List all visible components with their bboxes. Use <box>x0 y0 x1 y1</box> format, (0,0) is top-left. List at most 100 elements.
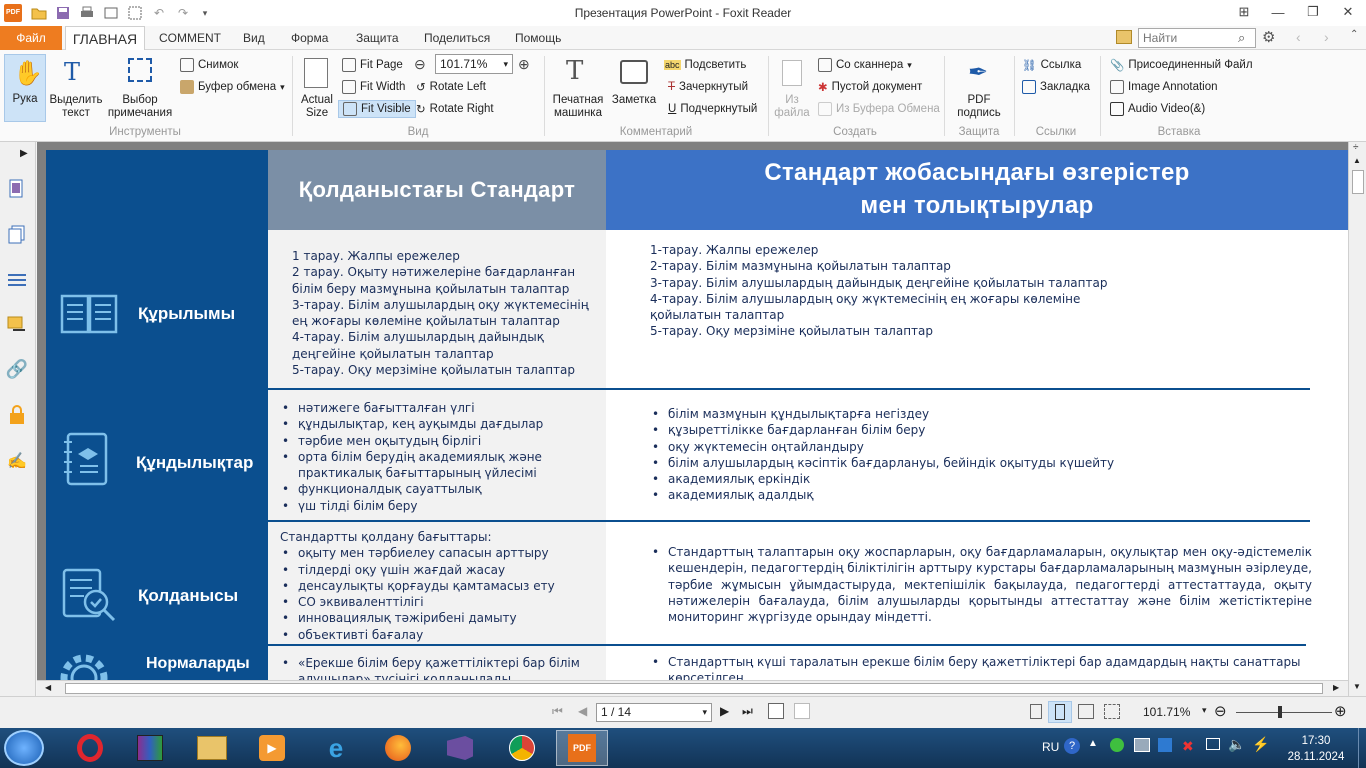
strikeout-button[interactable]: T Зачеркнутый <box>668 78 748 96</box>
keyboard-tray-icon[interactable] <box>1134 738 1150 752</box>
typewriter-button[interactable]: T Печатная машинка <box>550 54 606 122</box>
display-tray-icon[interactable] <box>1206 738 1220 750</box>
tab-comment[interactable]: COMMENT <box>159 26 221 50</box>
facing-pages-icon[interactable] <box>1078 704 1094 719</box>
scroll-right-icon[interactable]: ▶ <box>1333 683 1339 692</box>
maximize-button[interactable]: ❐ <box>1297 2 1329 22</box>
last-page-icon[interactable]: ⏭ <box>742 704 753 719</box>
page-number-input[interactable]: 1 / 14 ▾ <box>596 703 712 722</box>
minimize-button[interactable]: — <box>1262 2 1294 22</box>
firefox-icon[interactable] <box>372 730 424 766</box>
rotate-right-button[interactable]: ↻ Rotate Right <box>416 100 494 118</box>
zoom-slider[interactable] <box>1236 712 1332 713</box>
fit-page-button[interactable]: Fit Page <box>342 56 403 74</box>
zoom-in-status-icon[interactable]: ⊕ <box>1334 702 1347 720</box>
bluetooth-tray-icon[interactable] <box>1158 738 1172 752</box>
volume-tray-icon[interactable]: 🔈 <box>1228 736 1245 753</box>
horizontal-scrollbar[interactable]: ◀ ▶ <box>37 680 1348 696</box>
tab-view[interactable]: Вид <box>243 26 265 50</box>
tab-help[interactable]: Помощь <box>515 26 561 50</box>
bookmarks-panel-icon[interactable] <box>6 268 28 290</box>
hand-tool-button[interactable]: ✋ Рука <box>4 54 46 122</box>
visual-studio-icon[interactable] <box>434 730 486 766</box>
media-player-icon[interactable]: ▶ <box>246 730 298 766</box>
single-page-icon[interactable] <box>1030 704 1042 719</box>
scroll-left-icon[interactable]: ◀ <box>45 683 51 692</box>
underline-button[interactable]: U Подчеркнутый <box>668 100 757 118</box>
fit-width-button[interactable]: Fit Width <box>342 78 405 96</box>
tray-expand-icon[interactable]: ▲ <box>1088 738 1098 749</box>
attachments-panel-icon[interactable]: 🔗 <box>6 358 28 380</box>
page-thumbnails-icon[interactable] <box>6 178 28 200</box>
tab-home[interactable]: ГЛАВНАЯ <box>65 26 145 51</box>
zoom-out-icon[interactable]: ⊖ <box>414 56 426 73</box>
restore-layout-icon[interactable]: ⊞ <box>1228 2 1260 22</box>
vertical-scroll-thumb[interactable] <box>1352 170 1364 194</box>
scroll-up-icon[interactable]: ▲ <box>1353 156 1361 165</box>
from-scanner-button[interactable]: Со сканнера ▾ <box>818 56 912 74</box>
nav-back-icon[interactable]: ‹ <box>1296 29 1301 45</box>
first-page-icon[interactable]: ⏮ <box>552 704 563 719</box>
zoom-in-icon[interactable]: ⊕ <box>518 56 530 73</box>
settings-gear-icon[interactable]: ⚙ <box>1262 28 1275 46</box>
select-annotation-button[interactable]: Выбор примечания <box>106 54 174 122</box>
from-clipboard-button[interactable]: Из Буфера Обмена <box>818 100 940 118</box>
horizontal-scroll-thumb[interactable] <box>65 683 1323 694</box>
link-button[interactable]: ⛓ Ссылка <box>1022 56 1081 74</box>
antivirus-tray-icon[interactable]: ✖ <box>1182 738 1194 755</box>
next-view-icon[interactable] <box>794 703 810 719</box>
pdf-sign-button[interactable]: ✒ PDF подпись <box>950 54 1008 122</box>
start-button[interactable] <box>4 730 44 766</box>
nav-forward-icon[interactable]: › <box>1324 29 1329 45</box>
split-view-icon[interactable]: ÷ <box>1353 142 1359 153</box>
explorer-folder-icon[interactable] <box>186 730 238 766</box>
blank-doc-button[interactable]: ✱ Пустой документ <box>818 78 922 96</box>
tab-share[interactable]: Поделиться <box>424 26 490 50</box>
vertical-scrollbar[interactable]: ÷ ▲ ▼ <box>1348 142 1366 696</box>
bookmark-button[interactable]: Закладка <box>1022 78 1090 96</box>
collapse-ribbon-icon[interactable]: ⌃ <box>1350 29 1358 40</box>
zoom-slider-thumb[interactable] <box>1278 706 1282 718</box>
signature-panel-icon[interactable]: ✍ <box>6 450 28 472</box>
layers-icon[interactable] <box>6 224 28 246</box>
highlight-button[interactable]: abc Подсветить <box>664 56 746 74</box>
next-page-icon[interactable]: ▶ <box>720 704 729 718</box>
audio-video-button[interactable]: Audio Video(&) <box>1110 100 1205 118</box>
previous-page-icon[interactable]: ◀ <box>578 704 587 718</box>
rotate-left-button[interactable]: ↺ Rotate Left <box>416 78 486 96</box>
continuous-page-icon[interactable] <box>1048 701 1072 723</box>
tab-file[interactable]: Файл <box>0 26 62 50</box>
note-button[interactable]: Заметка <box>610 54 658 122</box>
power-tray-icon[interactable]: ⚡ <box>1252 736 1269 753</box>
previous-view-icon[interactable] <box>768 703 784 719</box>
fit-visible-button[interactable]: Fit Visible <box>338 100 416 118</box>
zoom-combo[interactable]: 101.71% ▾ <box>435 54 513 74</box>
system-clock[interactable]: 17:30 28.11.2024 <box>1276 733 1356 765</box>
continuous-facing-icon[interactable] <box>1104 704 1120 719</box>
comments-panel-icon[interactable] <box>6 314 28 336</box>
help-tray-icon[interactable]: ? <box>1064 738 1080 754</box>
network-tray-icon[interactable] <box>1110 738 1124 752</box>
foxit-reader-taskbar-icon[interactable]: PDF <box>556 730 608 766</box>
zoom-level[interactable]: 101.71% <box>1143 705 1190 719</box>
language-indicator[interactable]: RU <box>1042 740 1059 754</box>
opera-icon[interactable] <box>64 730 116 766</box>
zoom-out-status-icon[interactable]: ⊖ <box>1214 702 1227 720</box>
zoom-dropdown-icon[interactable]: ▾ <box>1202 705 1207 716</box>
scroll-down-icon[interactable]: ▼ <box>1353 682 1361 691</box>
clipboard-button[interactable]: Буфер обмена ▾ <box>180 78 285 96</box>
from-file-button[interactable]: Из файла <box>772 54 812 122</box>
winrar-icon[interactable] <box>124 730 176 766</box>
search-icon[interactable]: ⌕ <box>1238 30 1245 46</box>
show-desktop-button[interactable] <box>1358 728 1366 768</box>
image-annotation-button[interactable]: Image Annotation <box>1110 78 1218 96</box>
close-button[interactable]: ✕ <box>1332 2 1364 22</box>
actual-size-button[interactable]: Actual Size <box>298 54 336 122</box>
select-text-button[interactable]: T Выделить текст <box>48 54 104 122</box>
attach-file-button[interactable]: 📎 Присоединенный Файл <box>1110 56 1253 74</box>
tab-protect[interactable]: Защита <box>356 26 399 50</box>
chrome-icon[interactable] <box>496 730 548 766</box>
tab-form[interactable]: Форма <box>291 26 328 50</box>
expand-panel-icon[interactable]: ▶ <box>20 148 28 159</box>
snapshot-button[interactable]: Снимок <box>180 56 238 74</box>
